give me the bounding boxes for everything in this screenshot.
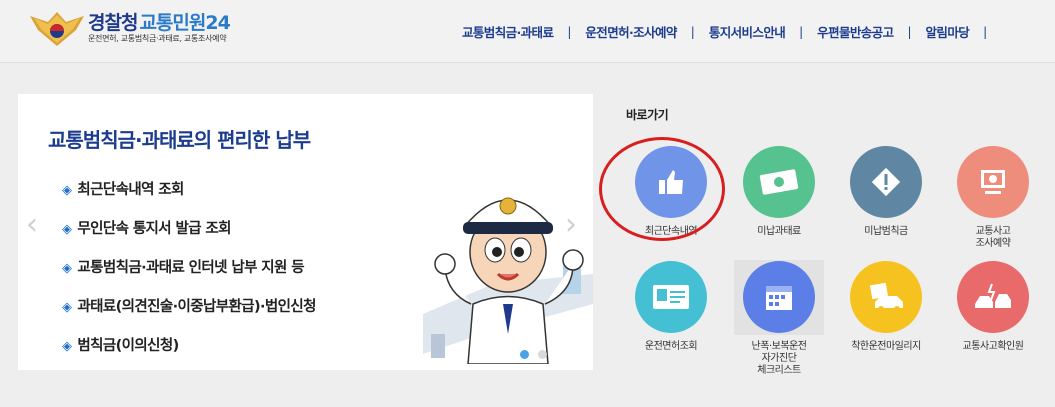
quick-tile-unpaid-penalties[interactable]: 미납범칙금 [838, 146, 934, 238]
banner-next-arrow-icon[interactable]: › [565, 210, 577, 240]
banner-title: 교통범칙금·과태료의 편리한 납부 [48, 128, 311, 152]
quick-tile-unpaid-fines[interactable]: 미납과태료 [731, 146, 827, 238]
diamond-bullet-icon: ◈ [62, 300, 72, 315]
mileage-car-icon [850, 261, 922, 333]
police-mascot-illustration [423, 197, 593, 364]
nav-separator: | [567, 24, 572, 39]
pager-dot[interactable] [538, 350, 547, 359]
main-nav: 교통범칙금·과태료 | 운전면허·조사예약 | 통지서비스안내 | 우편물반송공고 | … [462, 22, 1001, 41]
pager-dot-active[interactable] [520, 350, 529, 359]
quick-links-title: 바로가기 [626, 108, 669, 122]
quick-tile-reckless-driving-checklist[interactable]: 난폭·보복운전 자가진단 체크리스트 [731, 261, 827, 377]
quick-tile-accident-reservation[interactable]: 교통사고 조사예약 [945, 146, 1041, 250]
banner-item-label: 과태료(의견진술·이중납부환급)·법인신청 [77, 299, 316, 315]
nav-separator: | [983, 24, 988, 39]
car-crash-icon [957, 261, 1029, 333]
tile-label: 미납과태료 [757, 226, 801, 237]
quick-tile-accident-certificate[interactable]: 교통사고확인원 [945, 261, 1041, 353]
tile-label: 운전면허조회 [644, 341, 698, 352]
banner-pager [520, 350, 547, 359]
tile-label: 교통사고 조사예약 [975, 226, 1011, 249]
police-emblem-icon [30, 12, 84, 46]
tile-label: 교통사고확인원 [962, 341, 1024, 352]
nav-separator: | [690, 24, 695, 39]
nav-notification-service[interactable]: 통지서비스안내 [709, 22, 786, 41]
banner-item-label: 무인단속 통지서 발급 조회 [77, 221, 231, 237]
quick-tile-license-inquiry[interactable]: 운전면허조회 [623, 261, 719, 353]
banner-item[interactable]: ◈ 최근단속내역 조회 [62, 178, 316, 217]
quick-tile-good-driving-mileage[interactable]: 착한운전마일리지 [838, 261, 934, 353]
nav-separator: | [799, 24, 804, 39]
banner-item[interactable]: ◈ 교통범칙금·과태료 인터넷 납부 지원 등 [62, 256, 316, 295]
nav-returned-mail[interactable]: 우편물반송공고 [817, 22, 894, 41]
header: 경찰청 교통민원24 운전면허, 교통범칙금·과태료, 교통조사예약 교통범칙금·… [0, 0, 1055, 63]
site-logo[interactable]: 경찰청 교통민원24 운전면허, 교통범칙금·과태료, 교통조사예약 [28, 6, 288, 50]
banner-item-label: 최근단속내역 조회 [77, 182, 184, 198]
monitor-icon [957, 146, 1029, 218]
banner-list: ◈ 최근단속내역 조회 ◈ 무인단속 통지서 발급 조회 ◈ 교통범칙금·과태료 인터… [62, 178, 316, 370]
logo-tagline: 운전면허, 교통범칙금·과태료, 교통조사예약 [88, 34, 227, 43]
tile-label: 미납범칙금 [864, 226, 908, 237]
nav-fines[interactable]: 교통범칙금·과태료 [462, 22, 554, 41]
logo-sub-brand: 교통민원24 [139, 12, 230, 34]
banner-item[interactable]: ◈ 무인단속 통지서 발급 조회 [62, 217, 316, 256]
diamond-bullet-icon: ◈ [62, 339, 72, 354]
diamond-bullet-icon: ◈ [62, 261, 72, 276]
banner-item[interactable]: ◈ 과태료(의견진술·이중납부환급)·법인신청 [62, 295, 316, 334]
warning-sign-icon [850, 146, 922, 218]
tile-label: 착한운전마일리지 [851, 341, 921, 352]
logo-main-text: 경찰청 [88, 12, 138, 34]
license-card-icon [635, 261, 707, 333]
nav-license-reservation[interactable]: 운전면허·조사예약 [585, 22, 677, 41]
banner-item[interactable]: ◈ 범칙금(이의신청) [62, 334, 316, 370]
main-banner[interactable]: 교통범칙금·과태료의 편리한 납부 ◈ 최근단속내역 조회 ◈ 무인단속 통지서 발… [18, 94, 593, 370]
banner-prev-arrow-icon[interactable]: ‹ [26, 210, 38, 240]
nav-notice-board[interactable]: 알림마당 [926, 22, 970, 41]
calendar-check-icon [743, 261, 815, 333]
banner-item-label: 교통범칙금·과태료 인터넷 납부 지원 등 [77, 260, 304, 276]
diamond-bullet-icon: ◈ [62, 222, 72, 237]
highlight-circle-annotation [599, 137, 725, 241]
nav-separator: | [907, 24, 912, 39]
logo-title: 경찰청 교통민원24 [88, 8, 231, 35]
diamond-bullet-icon: ◈ [62, 183, 72, 198]
money-icon [743, 146, 815, 218]
banner-item-label: 범칙금(이의신청) [77, 338, 179, 354]
tile-label: 난폭·보복운전 자가진단 체크리스트 [751, 341, 807, 376]
